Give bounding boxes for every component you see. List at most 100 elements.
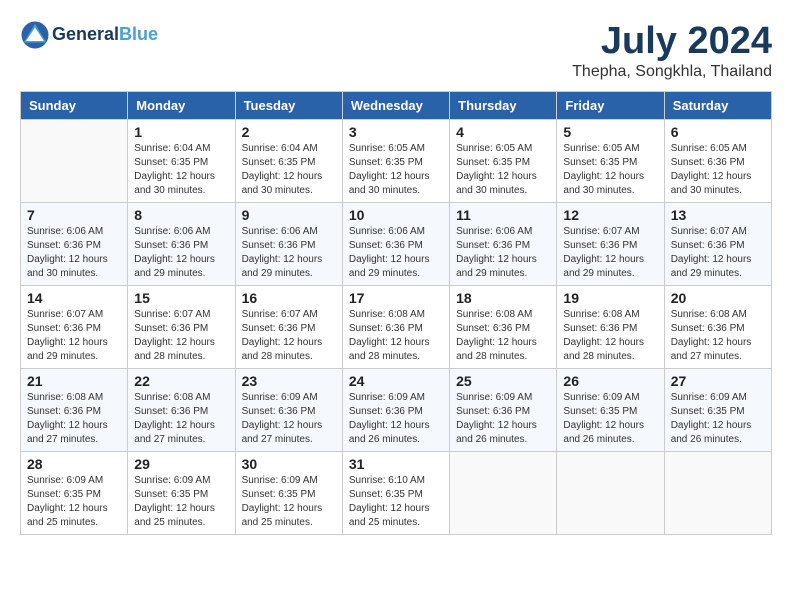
calendar-cell: 23 Sunrise: 6:09 AM Sunset: 6:36 PM Dayli… bbox=[235, 369, 342, 452]
main-title: July 2024 bbox=[572, 20, 772, 63]
calendar-header-row: SundayMondayTuesdayWednesdayThursdayFrid… bbox=[21, 92, 772, 120]
day-info: Sunrise: 6:09 AM Sunset: 6:36 PM Dayligh… bbox=[242, 391, 336, 447]
day-info: Sunrise: 6:08 AM Sunset: 6:36 PM Dayligh… bbox=[563, 308, 657, 364]
calendar-cell: 17Sunrise: 6:08 AM Sunset: 6:36 PM Dayli… bbox=[342, 286, 449, 369]
day-header-wednesday: Wednesday bbox=[342, 92, 449, 120]
calendar-cell: 10 Sunrise: 6:06 AM Sunset: 6:36 PM Dayli… bbox=[342, 203, 449, 286]
calendar-cell: 11Sunrise: 6:06 AM Sunset: 6:36 PM Dayli… bbox=[450, 203, 557, 286]
calendar-cell: 26Sunrise: 6:09 AM Sunset: 6:35 PM Dayli… bbox=[557, 369, 664, 452]
day-number: 30 bbox=[242, 456, 336, 472]
day-info: Sunrise: 6:06 AM Sunset: 6:36 PM Dayligh… bbox=[242, 225, 336, 281]
calendar-cell: 14 Sunrise: 6:07 AM Sunset: 6:36 PM Dayli… bbox=[21, 286, 128, 369]
calendar-cell: 1 Sunrise: 6:04 AM Sunset: 6:35 PM Daylig… bbox=[128, 120, 235, 203]
day-info: Sunrise: 6:09 AM Sunset: 6:36 PM Dayligh… bbox=[456, 391, 550, 447]
day-info: Sunrise: 6:09 AM Sunset: 6:35 PM Dayligh… bbox=[134, 474, 228, 530]
page-header: GeneralBlue July 2024 Thepha, Songkhla, … bbox=[20, 20, 772, 81]
day-number: 2 bbox=[242, 124, 336, 140]
calendar-cell: 24 Sunrise: 6:09 AM Sunset: 6:36 PM Dayli… bbox=[342, 369, 449, 452]
day-header-monday: Monday bbox=[128, 92, 235, 120]
day-info: Sunrise: 6:08 AM Sunset: 6:36 PM Dayligh… bbox=[27, 391, 121, 447]
day-number: 14 bbox=[27, 290, 121, 306]
day-header-friday: Friday bbox=[557, 92, 664, 120]
day-header-saturday: Saturday bbox=[664, 92, 771, 120]
calendar-cell: 12Sunrise: 6:07 AM Sunset: 6:36 PM Dayli… bbox=[557, 203, 664, 286]
calendar-cell: 19 Sunrise: 6:08 AM Sunset: 6:36 PM Dayli… bbox=[557, 286, 664, 369]
day-header-sunday: Sunday bbox=[21, 92, 128, 120]
calendar-cell: 4 Sunrise: 6:05 AM Sunset: 6:35 PM Daylig… bbox=[450, 120, 557, 203]
calendar-cell: 9Sunrise: 6:06 AM Sunset: 6:36 PM Daylig… bbox=[235, 203, 342, 286]
calendar-cell: 21 Sunrise: 6:08 AM Sunset: 6:36 PM Dayli… bbox=[21, 369, 128, 452]
day-info: Sunrise: 6:05 AM Sunset: 6:35 PM Dayligh… bbox=[349, 142, 443, 198]
calendar-cell: 20 Sunrise: 6:08 AM Sunset: 6:36 PM Dayli… bbox=[664, 286, 771, 369]
day-number: 22 bbox=[134, 373, 228, 389]
calendar-cell bbox=[664, 452, 771, 535]
day-info: Sunrise: 6:06 AM Sunset: 6:36 PM Dayligh… bbox=[27, 225, 121, 281]
calendar-week-row: 7 Sunrise: 6:06 AM Sunset: 6:36 PM Daylig… bbox=[21, 203, 772, 286]
calendar-cell: 18Sunrise: 6:08 AM Sunset: 6:36 PM Dayli… bbox=[450, 286, 557, 369]
day-info: Sunrise: 6:05 AM Sunset: 6:35 PM Dayligh… bbox=[456, 142, 550, 198]
day-info: Sunrise: 6:08 AM Sunset: 6:36 PM Dayligh… bbox=[134, 391, 228, 447]
day-number: 29 bbox=[134, 456, 228, 472]
subtitle: Thepha, Songkhla, Thailand bbox=[572, 63, 772, 81]
day-number: 25 bbox=[456, 373, 550, 389]
calendar-cell: 3 Sunrise: 6:05 AM Sunset: 6:35 PM Daylig… bbox=[342, 120, 449, 203]
day-number: 18 bbox=[456, 290, 550, 306]
day-info: Sunrise: 6:09 AM Sunset: 6:36 PM Dayligh… bbox=[349, 391, 443, 447]
day-number: 28 bbox=[27, 456, 121, 472]
day-info: Sunrise: 6:06 AM Sunset: 6:36 PM Dayligh… bbox=[456, 225, 550, 281]
day-number: 17 bbox=[349, 290, 443, 306]
logo-icon bbox=[20, 20, 50, 50]
calendar-cell: 13Sunrise: 6:07 AM Sunset: 6:36 PM Dayli… bbox=[664, 203, 771, 286]
calendar-cell: 29 Sunrise: 6:09 AM Sunset: 6:35 PM Dayli… bbox=[128, 452, 235, 535]
day-info: Sunrise: 6:08 AM Sunset: 6:36 PM Dayligh… bbox=[671, 308, 765, 364]
calendar-week-row: 21 Sunrise: 6:08 AM Sunset: 6:36 PM Dayli… bbox=[21, 369, 772, 452]
calendar-cell: 6Sunrise: 6:05 AM Sunset: 6:36 PM Daylig… bbox=[664, 120, 771, 203]
day-info: Sunrise: 6:05 AM Sunset: 6:35 PM Dayligh… bbox=[563, 142, 657, 198]
calendar-cell: 7 Sunrise: 6:06 AM Sunset: 6:36 PM Daylig… bbox=[21, 203, 128, 286]
day-number: 27 bbox=[671, 373, 765, 389]
day-number: 23 bbox=[242, 373, 336, 389]
day-number: 3 bbox=[349, 124, 443, 140]
logo-text: GeneralBlue bbox=[52, 25, 158, 45]
day-info: Sunrise: 6:07 AM Sunset: 6:36 PM Dayligh… bbox=[27, 308, 121, 364]
day-info: Sunrise: 6:07 AM Sunset: 6:36 PM Dayligh… bbox=[242, 308, 336, 364]
calendar-cell: 27 Sunrise: 6:09 AM Sunset: 6:35 PM Dayli… bbox=[664, 369, 771, 452]
day-number: 5 bbox=[563, 124, 657, 140]
day-number: 10 bbox=[349, 207, 443, 223]
day-info: Sunrise: 6:07 AM Sunset: 6:36 PM Dayligh… bbox=[563, 225, 657, 281]
day-info: Sunrise: 6:09 AM Sunset: 6:35 PM Dayligh… bbox=[27, 474, 121, 530]
day-info: Sunrise: 6:04 AM Sunset: 6:35 PM Dayligh… bbox=[134, 142, 228, 198]
calendar-cell: 30Sunrise: 6:09 AM Sunset: 6:35 PM Dayli… bbox=[235, 452, 342, 535]
day-info: Sunrise: 6:05 AM Sunset: 6:36 PM Dayligh… bbox=[671, 142, 765, 198]
day-header-thursday: Thursday bbox=[450, 92, 557, 120]
day-number: 16 bbox=[242, 290, 336, 306]
calendar-cell bbox=[21, 120, 128, 203]
day-info: Sunrise: 6:09 AM Sunset: 6:35 PM Dayligh… bbox=[563, 391, 657, 447]
day-info: Sunrise: 6:04 AM Sunset: 6:35 PM Dayligh… bbox=[242, 142, 336, 198]
calendar-cell bbox=[450, 452, 557, 535]
calendar-cell: 2 Sunrise: 6:04 AM Sunset: 6:35 PM Daylig… bbox=[235, 120, 342, 203]
day-header-tuesday: Tuesday bbox=[235, 92, 342, 120]
day-info: Sunrise: 6:10 AM Sunset: 6:35 PM Dayligh… bbox=[349, 474, 443, 530]
calendar-table: SundayMondayTuesdayWednesdayThursdayFrid… bbox=[20, 91, 772, 535]
day-number: 1 bbox=[134, 124, 228, 140]
calendar-cell: 28 Sunrise: 6:09 AM Sunset: 6:35 PM Dayli… bbox=[21, 452, 128, 535]
day-number: 7 bbox=[27, 207, 121, 223]
day-number: 24 bbox=[349, 373, 443, 389]
day-info: Sunrise: 6:06 AM Sunset: 6:36 PM Dayligh… bbox=[134, 225, 228, 281]
calendar-cell: 16 Sunrise: 6:07 AM Sunset: 6:36 PM Dayli… bbox=[235, 286, 342, 369]
calendar-cell: 31 Sunrise: 6:10 AM Sunset: 6:35 PM Dayli… bbox=[342, 452, 449, 535]
day-number: 21 bbox=[27, 373, 121, 389]
day-info: Sunrise: 6:07 AM Sunset: 6:36 PM Dayligh… bbox=[671, 225, 765, 281]
calendar-cell: 22 Sunrise: 6:08 AM Sunset: 6:36 PM Dayli… bbox=[128, 369, 235, 452]
day-number: 19 bbox=[563, 290, 657, 306]
day-info: Sunrise: 6:06 AM Sunset: 6:36 PM Dayligh… bbox=[349, 225, 443, 281]
day-number: 4 bbox=[456, 124, 550, 140]
day-number: 15 bbox=[134, 290, 228, 306]
calendar-cell: 8Sunrise: 6:06 AM Sunset: 6:36 PM Daylig… bbox=[128, 203, 235, 286]
day-number: 31 bbox=[349, 456, 443, 472]
day-number: 20 bbox=[671, 290, 765, 306]
day-info: Sunrise: 6:07 AM Sunset: 6:36 PM Dayligh… bbox=[134, 308, 228, 364]
calendar-week-row: 1 Sunrise: 6:04 AM Sunset: 6:35 PM Daylig… bbox=[21, 120, 772, 203]
day-info: Sunrise: 6:09 AM Sunset: 6:35 PM Dayligh… bbox=[671, 391, 765, 447]
